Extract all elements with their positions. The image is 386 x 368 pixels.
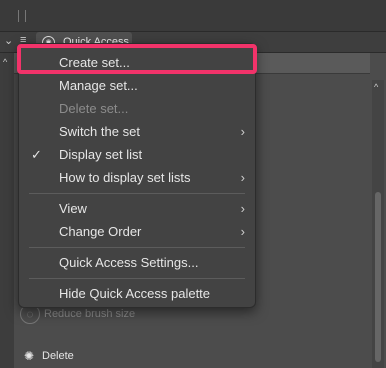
menu-item-label: Quick Access Settings... xyxy=(59,255,199,270)
menu-divider xyxy=(29,193,245,194)
palette-item-delete[interactable]: ✺ Delete xyxy=(20,345,74,367)
palette-item-label: Delete xyxy=(42,350,74,362)
scroll-up-icon[interactable]: ^ xyxy=(374,82,378,92)
menu-item-label: Display set list xyxy=(59,147,143,162)
menu-item-how-to-display-set-lists[interactable]: How to display set lists › xyxy=(19,167,255,189)
context-menu: Create set... Manage set... Delete set..… xyxy=(18,43,256,308)
checkmark-icon: ✓ xyxy=(31,147,42,162)
menu-item-label: Manage set... xyxy=(59,78,138,93)
menu-item-label: View xyxy=(59,201,87,216)
chevron-right-icon: › xyxy=(240,201,245,216)
chevron-right-icon: › xyxy=(240,170,245,185)
menu-divider xyxy=(29,278,245,279)
delete-spinner-icon: ✺ xyxy=(23,349,35,363)
chevron-right-icon: › xyxy=(240,224,245,239)
menu-item-label: Switch the set xyxy=(59,124,140,139)
menu-item-label: Delete set... xyxy=(59,101,129,116)
palette-item-label: Reduce brush size xyxy=(44,308,136,320)
menu-item-display-set-list[interactable]: ✓ Display set list xyxy=(19,144,255,166)
drag-grip-icon[interactable] xyxy=(18,10,26,22)
menu-divider xyxy=(29,247,245,248)
chevron-up-icon[interactable]: ^ xyxy=(3,57,7,67)
menu-item-change-order[interactable]: Change Order › xyxy=(19,221,255,243)
chevron-right-icon: › xyxy=(240,124,245,139)
menu-item-manage-set[interactable]: Manage set... xyxy=(19,75,255,97)
scrollbar-thumb[interactable] xyxy=(375,192,381,362)
highlight-box xyxy=(17,44,257,74)
palette-left-strip: ^ xyxy=(0,53,15,368)
menu-item-hide-quick-access-palette[interactable]: Hide Quick Access palette xyxy=(19,283,255,305)
menu-item-view[interactable]: View › xyxy=(19,198,255,220)
menu-item-label: Change Order xyxy=(59,224,142,239)
chevron-down-icon[interactable]: ⌄ xyxy=(4,34,13,47)
menu-item-label: How to display set lists xyxy=(59,170,191,185)
menu-item-quick-access-settings[interactable]: Quick Access Settings... xyxy=(19,252,255,274)
top-toolbar xyxy=(0,0,386,32)
menu-item-label: Hide Quick Access palette xyxy=(59,286,211,301)
menu-item-delete-set: Delete set... xyxy=(19,98,255,120)
menu-item-switch-the-set[interactable]: Switch the set › xyxy=(19,121,255,143)
